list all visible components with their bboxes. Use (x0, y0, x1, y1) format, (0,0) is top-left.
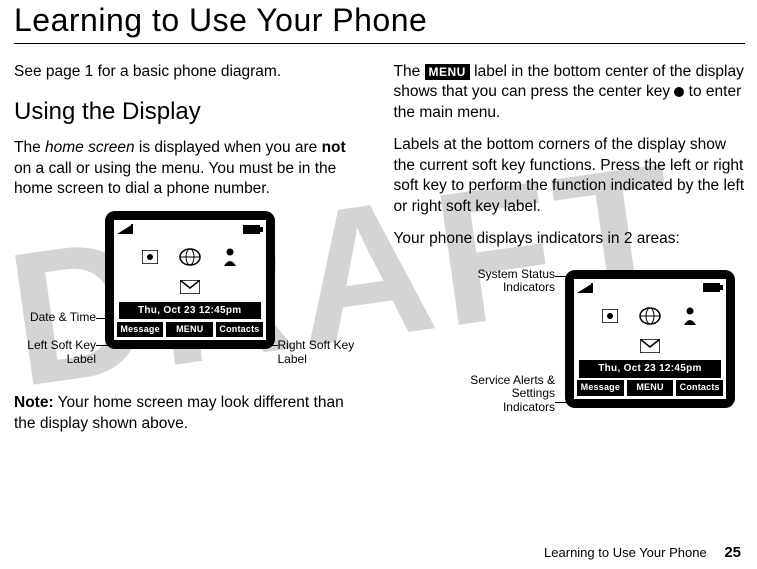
page-number: 25 (724, 544, 741, 561)
text: System Status (478, 267, 555, 281)
page-title: Learning to Use Your Phone (14, 2, 745, 39)
text: Indicators (503, 280, 555, 294)
signal-icon (117, 224, 133, 234)
text: Label (278, 352, 307, 366)
callout-date-time: Date & Time (14, 311, 96, 325)
datetime-bar: Thu, Oct 23 12:45pm (119, 302, 261, 319)
right-column: The MENU label in the bottom center of t… (394, 62, 746, 446)
callout-system-status: System Status Indicators (455, 268, 555, 296)
text: Left Soft Key (27, 338, 96, 352)
status-bar (574, 279, 726, 295)
camera-icon (599, 305, 621, 327)
person-icon (679, 305, 701, 327)
battery-icon (703, 283, 723, 292)
note-text: Note: Your home screen may look differen… (14, 393, 366, 434)
phone-screen: Thu, Oct 23 12:45pm Message MENU Contact… (565, 270, 735, 408)
menu-label-para: The MENU label in the bottom center of t… (394, 62, 746, 123)
text: The (394, 63, 425, 80)
callout-left-soft-key: Left Soft Key Label (14, 339, 96, 367)
center-key-icon (674, 87, 684, 97)
battery-icon (243, 225, 263, 234)
softkey-left: Message (117, 322, 164, 338)
datetime-bar: Thu, Oct 23 12:45pm (579, 360, 721, 377)
person-icon (219, 246, 241, 268)
text: The (14, 139, 45, 156)
text: Settings (512, 386, 555, 400)
softkey-left: Message (577, 380, 624, 396)
lead-line (260, 345, 278, 346)
note-label: Note: (14, 394, 54, 411)
camera-icon (139, 246, 161, 268)
indicators-para: Your phone displays indicators in 2 area… (394, 229, 746, 249)
envelope-icon (639, 335, 661, 357)
menu-chip: MENU (425, 64, 470, 80)
callout-right-soft-key: Right Soft Key Label (278, 339, 366, 367)
figure-home-screen: Thu, Oct 23 12:45pm Message MENU Contact… (14, 211, 366, 387)
globe-icon (635, 303, 665, 329)
softkey-bar: Message MENU Contacts (577, 380, 723, 396)
intro-text: See page 1 for a basic phone diagram. (14, 62, 366, 82)
signal-icon (577, 283, 593, 293)
term-home-screen: home screen (45, 139, 135, 156)
section-heading: Using the Display (14, 96, 366, 128)
lead-line (96, 318, 114, 319)
page-footer: Learning to Use Your Phone 25 (544, 544, 741, 561)
callout-service-alerts: Service Alerts & Settings Indicators (445, 374, 555, 415)
text: Indicators (503, 400, 555, 414)
left-column: See page 1 for a basic phone diagram. Us… (14, 62, 366, 446)
softkey-para: Labels at the bottom corners of the disp… (394, 135, 746, 217)
softkey-right: Contacts (216, 322, 263, 338)
softkey-bar: Message MENU Contacts (117, 322, 263, 338)
figure-indicators: Thu, Oct 23 12:45pm Message MENU Contact… (394, 262, 746, 422)
title-rule (14, 43, 745, 44)
softkey-center: MENU (627, 380, 674, 396)
envelope-icon (179, 276, 201, 298)
lead-line (96, 345, 114, 346)
text: Your home screen may look different than… (14, 394, 344, 431)
home-screen-para: The home screen is displayed when you ar… (14, 138, 366, 199)
footer-text: Learning to Use Your Phone (544, 545, 707, 560)
globe-icon (175, 244, 205, 270)
text: Service Alerts & (470, 373, 555, 387)
text: Label (67, 352, 96, 366)
lead-line (555, 276, 567, 277)
text: is displayed when you are (135, 139, 322, 156)
softkey-center: MENU (166, 322, 213, 338)
phone-screen: Thu, Oct 23 12:45pm Message MENU Contact… (105, 211, 275, 349)
softkey-right: Contacts (676, 380, 723, 396)
text: Right Soft Key (278, 338, 355, 352)
text: on a call or using the menu. You must be… (14, 160, 336, 197)
status-bar (114, 220, 266, 236)
lead-line (555, 402, 567, 403)
bold-not: not (322, 139, 346, 156)
